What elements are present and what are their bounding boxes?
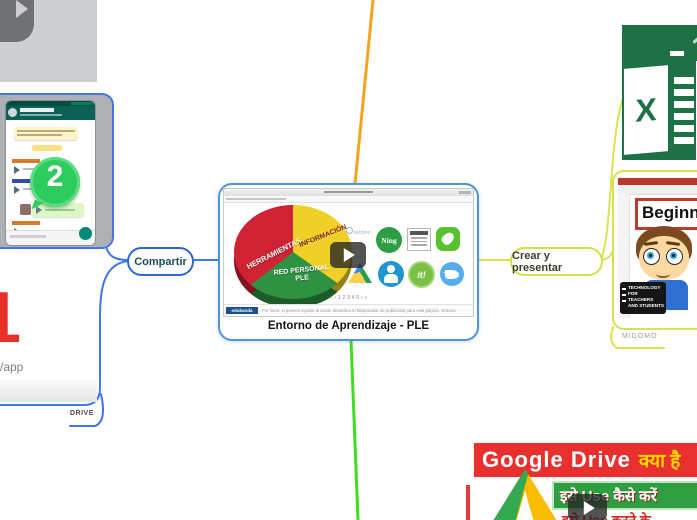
decorative-arc bbox=[670, 25, 697, 49]
connector-orange-top bbox=[355, 0, 373, 184]
chat-date-chip bbox=[32, 145, 62, 151]
image-footer-band bbox=[0, 380, 97, 402]
connector-compartir-whatsapp bbox=[106, 246, 128, 260]
whatsapp-image-node[interactable]: 2 bbox=[0, 93, 114, 249]
footer-text: Por favor, si quieres ayudar al canal, d… bbox=[262, 308, 471, 313]
ning-icon: Ning bbox=[376, 227, 402, 253]
gmail-image-node[interactable]: 1 /app bbox=[0, 283, 97, 402]
play-button-icon[interactable] bbox=[0, 0, 34, 42]
twitter-icon bbox=[440, 262, 464, 286]
video-thumbnail-gray[interactable] bbox=[0, 0, 97, 82]
search-hint: techno bbox=[346, 227, 371, 236]
badge-number: 2 bbox=[30, 160, 80, 194]
thumbnail-footer: edukanda Por favor, si quieres ayudar al… bbox=[224, 304, 473, 316]
browser-titlebar bbox=[224, 189, 473, 196]
play-triangle-icon bbox=[344, 248, 355, 262]
powerpoint-titlebar bbox=[618, 178, 697, 185]
begin-slide-image: Beginn TECHNOLOGY FOR TEACHERS AND STUDE… bbox=[618, 178, 697, 318]
node-crear-label: Crear y presentar bbox=[512, 250, 601, 274]
whatsapp-input-bar bbox=[6, 230, 95, 245]
chat-system-message bbox=[14, 127, 78, 140]
big-number: 1 bbox=[0, 283, 21, 359]
gdrive-title-yellow: क्या है bbox=[639, 447, 680, 473]
image-caption: /app bbox=[0, 360, 23, 374]
midomo-image-node[interactable]: Beginn TECHNOLOGY FOR TEACHERS AND STUDE… bbox=[612, 170, 697, 330]
gdrive-title-white: Google Drive bbox=[482, 447, 631, 473]
excel-document-shape: X bbox=[624, 65, 668, 155]
window-controls-icon bbox=[459, 191, 471, 194]
mic-icon bbox=[79, 227, 92, 240]
whatsapp-2-badge: 2 bbox=[30, 157, 80, 207]
node-crear-y-presentar[interactable]: Crear y presentar bbox=[510, 247, 603, 276]
excel-image-node[interactable]: X bbox=[622, 25, 697, 160]
avatar bbox=[8, 108, 17, 117]
central-node-title: Entorno de Aprendizaje - PLE bbox=[220, 320, 477, 332]
newspaper-icon bbox=[408, 229, 430, 250]
feedly-icon bbox=[436, 227, 460, 251]
minus-mark bbox=[670, 51, 684, 56]
excel-x-letter: X bbox=[635, 91, 656, 130]
gdrive-title-banner: Google Drive क्या है bbox=[474, 443, 697, 477]
whatsapp-header bbox=[6, 106, 95, 120]
play-triangle-icon bbox=[16, 0, 28, 18]
node-label-midomo[interactable]: MIDOMO bbox=[622, 333, 658, 340]
cartoon-eye bbox=[643, 248, 660, 265]
play-button[interactable] bbox=[568, 494, 607, 520]
magnifier-icon bbox=[346, 227, 353, 234]
connector-green-bottom bbox=[351, 340, 358, 520]
central-node-ple[interactable]: HERRAMIENTAS INFORMACIÓN RED PERSONALPLE… bbox=[218, 183, 479, 341]
mindmap-canvas: 2 1 /app DRIVE Compartir HERRAMIENTAS IN… bbox=[0, 0, 697, 520]
node-compartir[interactable]: Compartir bbox=[127, 247, 194, 276]
node-compartir-label: Compartir bbox=[134, 256, 187, 268]
video-thumbnail-browser[interactable]: HERRAMIENTAS INFORMACIÓN RED PERSONALPLE… bbox=[224, 189, 473, 316]
node-label-drive[interactable]: DRIVE bbox=[70, 410, 94, 417]
site-logo: edukanda bbox=[226, 307, 258, 314]
person-icon bbox=[378, 261, 404, 287]
gdrive-video-node[interactable]: Google Drive क्या है इसे Use कैसे करें इ… bbox=[466, 437, 697, 520]
pagination-strip: « ‹ 1 2 3 4 5 › » bbox=[224, 295, 473, 301]
cartoon-eye bbox=[666, 248, 683, 265]
scoopit-icon: it! bbox=[410, 263, 433, 286]
play-triangle-icon bbox=[583, 501, 594, 515]
play-button[interactable] bbox=[330, 242, 366, 268]
red-edge-sliver bbox=[466, 485, 470, 520]
technology-sign: TECHNOLOGY FOR TEACHERS AND STUDENTS bbox=[620, 282, 666, 314]
browser-menubar bbox=[224, 196, 473, 203]
